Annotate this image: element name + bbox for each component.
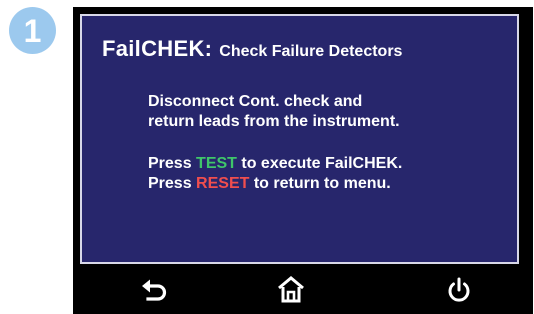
press-reset-suffix: to return to menu.	[249, 175, 391, 192]
step-number-badge: 1	[9, 7, 56, 54]
instruction-line-2: return leads from the instrument.	[148, 113, 400, 130]
press-reset-prefix: Press	[148, 175, 197, 192]
screen-title-row: FailCHEK: Check Failure Detectors	[102, 36, 402, 62]
screen-subtitle: Check Failure Detectors	[219, 43, 403, 60]
test-key-label: TEST	[196, 155, 237, 172]
screen-title: FailCHEK:	[102, 36, 213, 61]
reset-key-label: RESET	[196, 175, 250, 192]
bottom-navigation-bar	[73, 269, 533, 314]
step-number: 1	[23, 12, 42, 49]
screen-panel: FailCHEK: Check Failure Detectors Disconn…	[80, 14, 519, 264]
home-button[interactable]	[271, 273, 311, 307]
press-test-suffix: to execute FailCHEK.	[236, 155, 403, 172]
home-icon	[278, 276, 304, 303]
press-test-line: Press TEST to execute FailCHEK.	[148, 154, 402, 174]
press-test-prefix: Press	[148, 155, 197, 172]
page: 1 FailCHEK: Check Failure Detectors Disco…	[0, 0, 534, 314]
power-icon	[448, 277, 470, 302]
back-button[interactable]	[135, 273, 175, 307]
instruction-message: Disconnect Cont. check and return leads …	[148, 92, 400, 132]
instrument-display: FailCHEK: Check Failure Detectors Disconn…	[73, 7, 533, 314]
instruction-line-1: Disconnect Cont. check and	[148, 93, 363, 110]
back-arrow-icon	[142, 279, 167, 301]
key-prompt-message: Press TEST to execute FailCHEK. Press RE…	[148, 154, 402, 194]
power-button[interactable]	[439, 273, 479, 307]
press-reset-line: Press RESET to return to menu.	[148, 174, 402, 194]
